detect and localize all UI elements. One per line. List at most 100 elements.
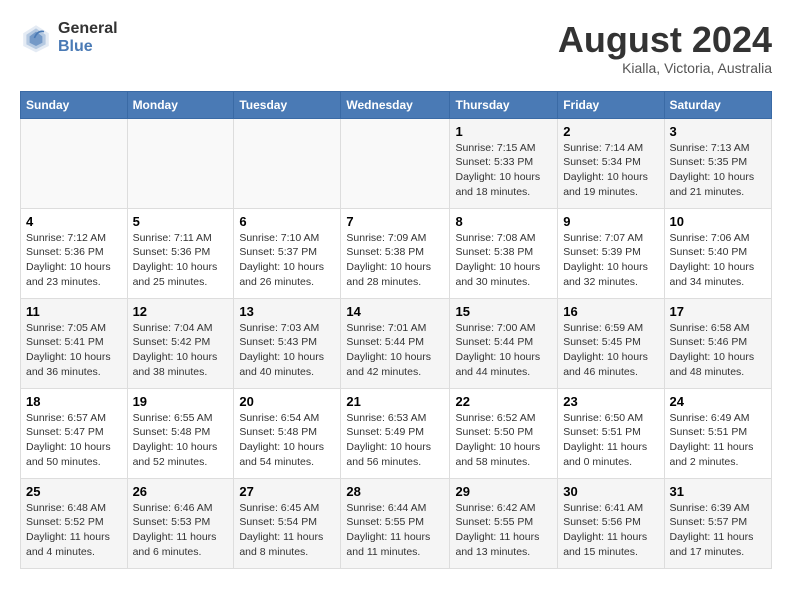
day-number: 26 — [133, 484, 229, 499]
calendar-cell: 6 Sunrise: 7:10 AMSunset: 5:37 PMDaylight… — [234, 208, 341, 298]
day-number: 28 — [346, 484, 444, 499]
calendar-cell: 27 Sunrise: 6:45 AMSunset: 5:54 PMDayligh… — [234, 478, 341, 568]
day-info: Sunrise: 7:00 AMSunset: 5:44 PMDaylight:… — [455, 321, 552, 380]
day-info: Sunrise: 7:15 AMSunset: 5:33 PMDaylight:… — [455, 141, 552, 200]
calendar-week-row: 11 Sunrise: 7:05 AMSunset: 5:41 PMDayligh… — [21, 298, 772, 388]
day-number: 6 — [239, 214, 335, 229]
calendar-cell: 24 Sunrise: 6:49 AMSunset: 5:51 PMDayligh… — [664, 388, 772, 478]
day-number: 31 — [670, 484, 767, 499]
calendar-cell: 18 Sunrise: 6:57 AMSunset: 5:47 PMDayligh… — [21, 388, 128, 478]
day-info: Sunrise: 6:48 AMSunset: 5:52 PMDaylight:… — [26, 501, 122, 560]
day-number: 30 — [563, 484, 658, 499]
calendar-cell: 7 Sunrise: 7:09 AMSunset: 5:38 PMDaylight… — [341, 208, 450, 298]
calendar-cell: 17Sunrise: 6:58 AMSunset: 5:46 PMDayligh… — [664, 298, 772, 388]
title-block: August 2024 Kialla, Victoria, Australia — [558, 20, 772, 76]
day-info: Sunrise: 7:01 AMSunset: 5:44 PMDaylight:… — [346, 321, 444, 380]
location-subtitle: Kialla, Victoria, Australia — [558, 60, 772, 76]
day-number: 29 — [455, 484, 552, 499]
calendar-cell: 12 Sunrise: 7:04 AMSunset: 5:42 PMDayligh… — [127, 298, 234, 388]
col-sunday: Sunday — [21, 91, 128, 118]
logo-blue-text: Blue — [58, 38, 118, 56]
page-header: General Blue August 2024 Kialla, Victori… — [20, 20, 772, 76]
day-number: 4 — [26, 214, 122, 229]
day-info: Sunrise: 6:41 AMSunset: 5:56 PMDaylight:… — [563, 501, 658, 560]
day-number: 24 — [670, 394, 767, 409]
col-friday: Friday — [558, 91, 664, 118]
day-number: 19 — [133, 394, 229, 409]
col-wednesday: Wednesday — [341, 91, 450, 118]
calendar-week-row: 4 Sunrise: 7:12 AMSunset: 5:36 PMDaylight… — [21, 208, 772, 298]
month-year-title: August 2024 — [558, 20, 772, 60]
calendar-cell: 8Sunrise: 7:08 AMSunset: 5:38 PMDaylight… — [450, 208, 558, 298]
day-number: 7 — [346, 214, 444, 229]
day-info: Sunrise: 6:45 AMSunset: 5:54 PMDaylight:… — [239, 501, 335, 560]
day-info: Sunrise: 6:49 AMSunset: 5:51 PMDaylight:… — [670, 411, 767, 470]
day-number: 2 — [563, 124, 658, 139]
calendar-cell: 9 Sunrise: 7:07 AMSunset: 5:39 PMDaylight… — [558, 208, 664, 298]
calendar-cell: 13Sunrise: 7:03 AMSunset: 5:43 PMDayligh… — [234, 298, 341, 388]
calendar-week-row: 18 Sunrise: 6:57 AMSunset: 5:47 PMDayligh… — [21, 388, 772, 478]
day-number: 15 — [455, 304, 552, 319]
day-number: 1 — [455, 124, 552, 139]
logo: General Blue — [20, 20, 118, 55]
day-info: Sunrise: 6:59 AMSunset: 5:45 PMDaylight:… — [563, 321, 658, 380]
day-info: Sunrise: 6:58 AMSunset: 5:46 PMDaylight:… — [670, 321, 767, 380]
day-number: 21 — [346, 394, 444, 409]
calendar-cell: 25Sunrise: 6:48 AMSunset: 5:52 PMDayligh… — [21, 478, 128, 568]
day-info: Sunrise: 6:46 AMSunset: 5:53 PMDaylight:… — [133, 501, 229, 560]
day-info: Sunrise: 7:07 AMSunset: 5:39 PMDaylight:… — [563, 231, 658, 290]
calendar-cell: 31 Sunrise: 6:39 AMSunset: 5:57 PMDayligh… — [664, 478, 772, 568]
logo-icon — [20, 22, 52, 54]
calendar-cell: 29 Sunrise: 6:42 AMSunset: 5:55 PMDayligh… — [450, 478, 558, 568]
day-info: Sunrise: 7:12 AMSunset: 5:36 PMDaylight:… — [26, 231, 122, 290]
day-number: 14 — [346, 304, 444, 319]
day-info: Sunrise: 7:13 AMSunset: 5:35 PMDaylight:… — [670, 141, 767, 200]
calendar-cell: 5 Sunrise: 7:11 AMSunset: 5:36 PMDaylight… — [127, 208, 234, 298]
day-info: Sunrise: 7:09 AMSunset: 5:38 PMDaylight:… — [346, 231, 444, 290]
calendar-cell: 2 Sunrise: 7:14 AMSunset: 5:34 PMDaylight… — [558, 118, 664, 208]
calendar-cell: 1 Sunrise: 7:15 AMSunset: 5:33 PMDaylight… — [450, 118, 558, 208]
day-number: 10 — [670, 214, 767, 229]
day-info: Sunrise: 7:14 AMSunset: 5:34 PMDaylight:… — [563, 141, 658, 200]
day-number: 11 — [26, 304, 122, 319]
day-info: Sunrise: 6:52 AMSunset: 5:50 PMDaylight:… — [455, 411, 552, 470]
day-number: 5 — [133, 214, 229, 229]
day-number: 18 — [26, 394, 122, 409]
day-info: Sunrise: 7:08 AMSunset: 5:38 PMDaylight:… — [455, 231, 552, 290]
calendar-cell: 21 Sunrise: 6:53 AMSunset: 5:49 PMDayligh… — [341, 388, 450, 478]
calendar-table: Sunday Monday Tuesday Wednesday Thursday… — [20, 91, 772, 569]
day-info: Sunrise: 6:39 AMSunset: 5:57 PMDaylight:… — [670, 501, 767, 560]
day-number: 3 — [670, 124, 767, 139]
calendar-cell — [341, 118, 450, 208]
day-info: Sunrise: 7:05 AMSunset: 5:41 PMDaylight:… — [26, 321, 122, 380]
day-number: 20 — [239, 394, 335, 409]
day-number: 9 — [563, 214, 658, 229]
calendar-week-row: 1 Sunrise: 7:15 AMSunset: 5:33 PMDaylight… — [21, 118, 772, 208]
day-info: Sunrise: 6:54 AMSunset: 5:48 PMDaylight:… — [239, 411, 335, 470]
day-number: 12 — [133, 304, 229, 319]
calendar-cell: 26 Sunrise: 6:46 AMSunset: 5:53 PMDayligh… — [127, 478, 234, 568]
calendar-header-row: Sunday Monday Tuesday Wednesday Thursday… — [21, 91, 772, 118]
calendar-cell: 30 Sunrise: 6:41 AMSunset: 5:56 PMDayligh… — [558, 478, 664, 568]
calendar-cell: 3 Sunrise: 7:13 AMSunset: 5:35 PMDaylight… — [664, 118, 772, 208]
day-info: Sunrise: 6:53 AMSunset: 5:49 PMDaylight:… — [346, 411, 444, 470]
calendar-cell: 10 Sunrise: 7:06 AMSunset: 5:40 PMDayligh… — [664, 208, 772, 298]
day-info: Sunrise: 6:44 AMSunset: 5:55 PMDaylight:… — [346, 501, 444, 560]
calendar-cell: 15 Sunrise: 7:00 AMSunset: 5:44 PMDayligh… — [450, 298, 558, 388]
calendar-cell — [21, 118, 128, 208]
col-tuesday: Tuesday — [234, 91, 341, 118]
calendar-cell: 16Sunrise: 6:59 AMSunset: 5:45 PMDayligh… — [558, 298, 664, 388]
day-info: Sunrise: 7:04 AMSunset: 5:42 PMDaylight:… — [133, 321, 229, 380]
day-number: 27 — [239, 484, 335, 499]
calendar-cell: 28 Sunrise: 6:44 AMSunset: 5:55 PMDayligh… — [341, 478, 450, 568]
day-info: Sunrise: 6:42 AMSunset: 5:55 PMDaylight:… — [455, 501, 552, 560]
calendar-cell: 4 Sunrise: 7:12 AMSunset: 5:36 PMDaylight… — [21, 208, 128, 298]
col-monday: Monday — [127, 91, 234, 118]
calendar-cell: 11 Sunrise: 7:05 AMSunset: 5:41 PMDayligh… — [21, 298, 128, 388]
day-info: Sunrise: 6:57 AMSunset: 5:47 PMDaylight:… — [26, 411, 122, 470]
day-info: Sunrise: 7:06 AMSunset: 5:40 PMDaylight:… — [670, 231, 767, 290]
day-info: Sunrise: 7:10 AMSunset: 5:37 PMDaylight:… — [239, 231, 335, 290]
day-info: Sunrise: 7:11 AMSunset: 5:36 PMDaylight:… — [133, 231, 229, 290]
calendar-cell: 22 Sunrise: 6:52 AMSunset: 5:50 PMDayligh… — [450, 388, 558, 478]
day-number: 22 — [455, 394, 552, 409]
